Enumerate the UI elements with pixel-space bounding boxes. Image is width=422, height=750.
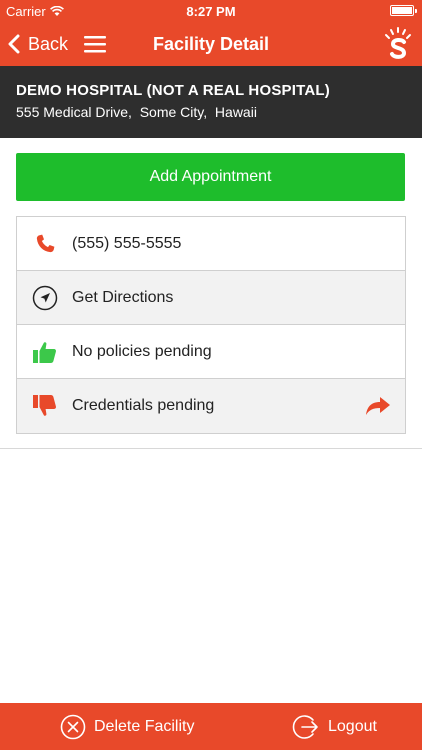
- content-divider: [0, 448, 422, 449]
- delete-facility-button[interactable]: Delete Facility: [60, 703, 194, 750]
- phone-row[interactable]: (555) 555-5555: [17, 217, 405, 271]
- app-logo-icon: [385, 27, 411, 59]
- credentials-row[interactable]: Credentials pending: [17, 379, 405, 433]
- logout-button[interactable]: Logout: [292, 703, 377, 750]
- facility-name: DEMO HOSPITAL (NOT A REAL HOSPITAL): [16, 82, 330, 99]
- bottom-toolbar: Delete Facility Logout: [0, 703, 422, 750]
- clock: 8:27 PM: [186, 4, 236, 19]
- add-appointment-button[interactable]: Add Appointment: [16, 153, 405, 201]
- credentials-status: Credentials pending: [72, 397, 215, 414]
- logout-icon: [292, 714, 318, 739]
- navigation-arrow-icon: [32, 285, 58, 310]
- directions-row[interactable]: Get Directions: [17, 271, 405, 325]
- delete-facility-label: Delete Facility: [94, 717, 195, 735]
- facility-address: 555 Medical Drive, Some City, Hawaii: [16, 104, 257, 120]
- thumbs-up-icon: [33, 341, 56, 363]
- thumbs-down-icon: [33, 395, 56, 416]
- logout-label: Logout: [328, 717, 377, 735]
- policies-row[interactable]: No policies pending: [17, 325, 405, 379]
- status-bar: Carrier 8:27 PM: [0, 0, 422, 22]
- policies-status: No policies pending: [72, 342, 212, 360]
- facility-detail-list: (555) 555-5555 Get Directions No policie…: [16, 216, 406, 434]
- share-arrow-icon[interactable]: [365, 394, 391, 418]
- directions-label: Get Directions: [72, 288, 174, 306]
- battery-icon: [390, 5, 417, 16]
- phone-icon: [36, 234, 55, 252]
- phone-number: (555) 555-5555: [72, 234, 182, 252]
- page-title: Facility Detail: [152, 34, 270, 54]
- facility-header: DEMO HOSPITAL (NOT A REAL HOSPITAL) 555 …: [0, 66, 422, 138]
- close-circle-icon: [60, 714, 86, 739]
- nav-bar: Back Facility Detail: [0, 22, 422, 66]
